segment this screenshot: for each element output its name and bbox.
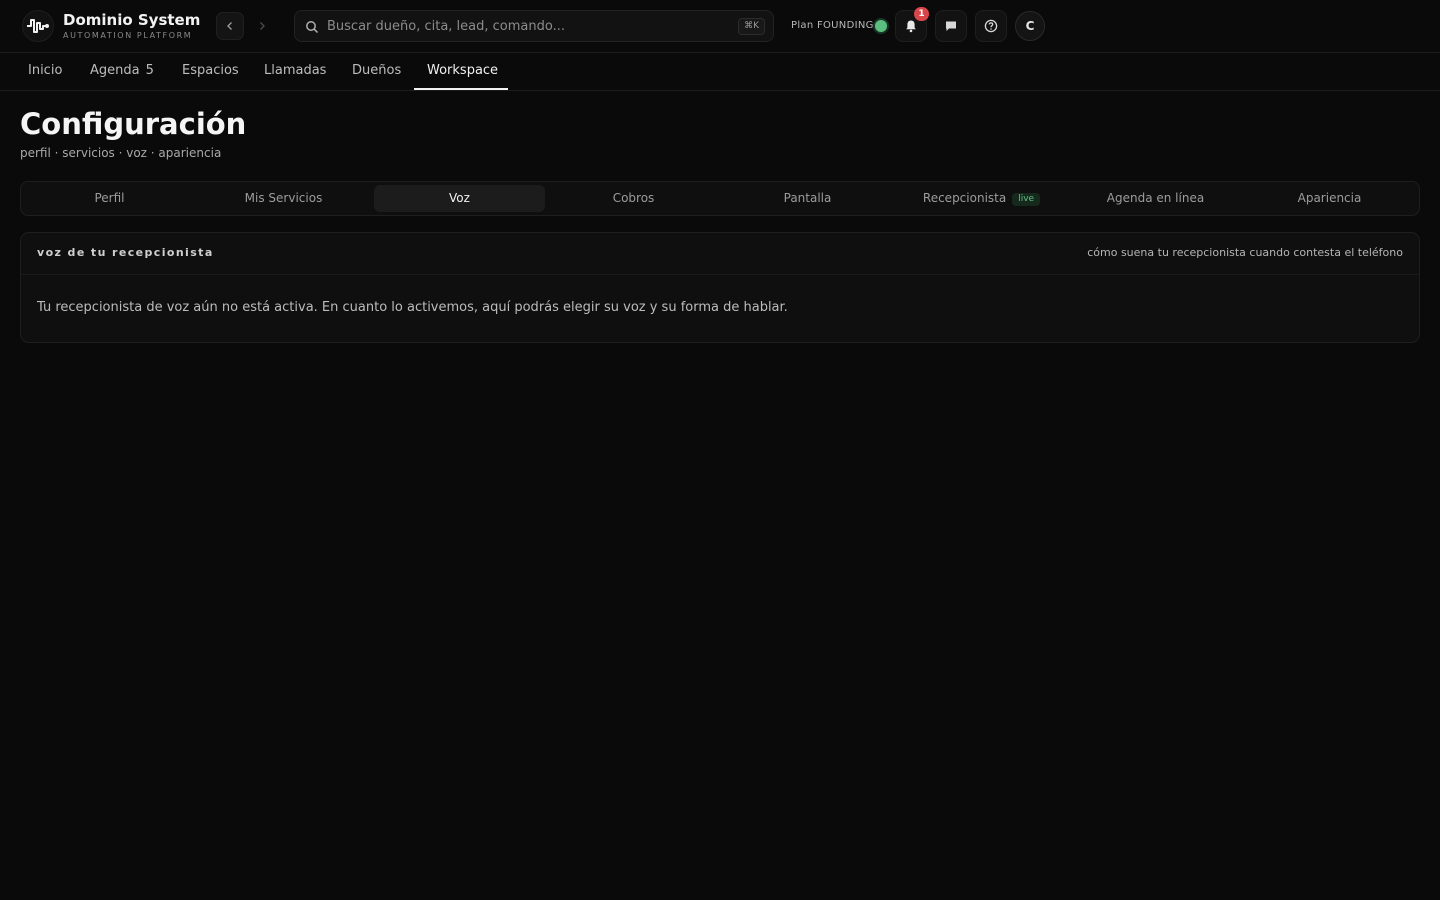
tab-mis-servicios[interactable]: Mis Servicios: [198, 185, 369, 212]
plan-label: Plan FOUNDING: [791, 20, 874, 31]
back-button[interactable]: [216, 12, 244, 40]
chevron-right-icon: [260, 22, 265, 30]
tab-apariencia[interactable]: Apariencia: [1244, 185, 1415, 212]
voice-panel: voz de tu recepcionista cómo suena tu re…: [20, 232, 1420, 343]
search-placeholder[interactable]: Buscar dueño, cita, lead, comando...: [327, 19, 565, 34]
agenda-count-badge: 5: [145, 63, 154, 78]
page-subtitle: perfil · servicios · voz · apariencia: [20, 146, 222, 160]
nav-item-duenos[interactable]: Dueños: [352, 53, 401, 91]
tab-agenda-en-linea[interactable]: Agenda en línea: [1070, 185, 1241, 212]
search-bar[interactable]: Buscar dueño, cita, lead, comando... ⌘K: [294, 10, 774, 42]
nav-item-workspace[interactable]: Workspace: [427, 53, 498, 91]
page-title: Configuración: [20, 107, 247, 141]
tab-voz[interactable]: Voz: [374, 185, 545, 212]
user-avatar[interactable]: C: [1015, 11, 1045, 41]
help-button[interactable]: [975, 10, 1007, 42]
panel-title: voz de tu recepcionista: [37, 246, 214, 259]
nav-item-espacios[interactable]: Espacios: [182, 53, 239, 91]
main-nav: Inicio Agenda 5 Espacios Llamadas Dueños …: [0, 53, 1440, 91]
brand-name: Dominio System: [63, 11, 201, 29]
active-nav-indicator: [414, 88, 508, 90]
panel-hint: cómo suena tu recepcionista cuando conte…: [1087, 246, 1403, 259]
bell-icon: [906, 20, 916, 33]
brand-tagline: AUTOMATION PLATFORM: [63, 31, 193, 40]
tab-recepcionista[interactable]: Recepcionista live: [896, 185, 1067, 212]
tab-recepcionista-label: Recepcionista: [922, 191, 1007, 205]
nav-item-llamadas[interactable]: Llamadas: [264, 53, 326, 91]
forward-button[interactable]: [248, 12, 276, 40]
panel-message: Tu recepcionista de voz aún no está acti…: [37, 300, 788, 315]
top-bar: Dominio System AUTOMATION PLATFORM Busca…: [0, 0, 1440, 53]
nav-item-agenda[interactable]: Agenda 5: [90, 53, 154, 91]
messages-button[interactable]: [935, 10, 967, 42]
search-shortcut: ⌘K: [738, 18, 765, 35]
plan-status-dot: [875, 20, 887, 32]
notification-badge: 1: [914, 7, 929, 21]
panel-header: voz de tu recepcionista cómo suena tu re…: [21, 233, 1419, 275]
logo-icon[interactable]: [22, 10, 54, 42]
nav-item-inicio[interactable]: Inicio: [28, 53, 62, 91]
help-icon: [984, 19, 998, 33]
chevron-left-icon: [227, 22, 232, 30]
tab-pantalla[interactable]: Pantalla: [722, 185, 893, 212]
settings-tabs: Perfil Mis Servicios Voz Cobros Pantalla…: [20, 181, 1420, 216]
tab-cobros[interactable]: Cobros: [548, 185, 719, 212]
search-icon: [305, 19, 319, 38]
tab-perfil[interactable]: Perfil: [24, 185, 195, 212]
nav-item-agenda-label: Agenda: [90, 63, 140, 78]
live-badge: live: [1012, 193, 1041, 206]
chat-icon: [946, 21, 956, 31]
